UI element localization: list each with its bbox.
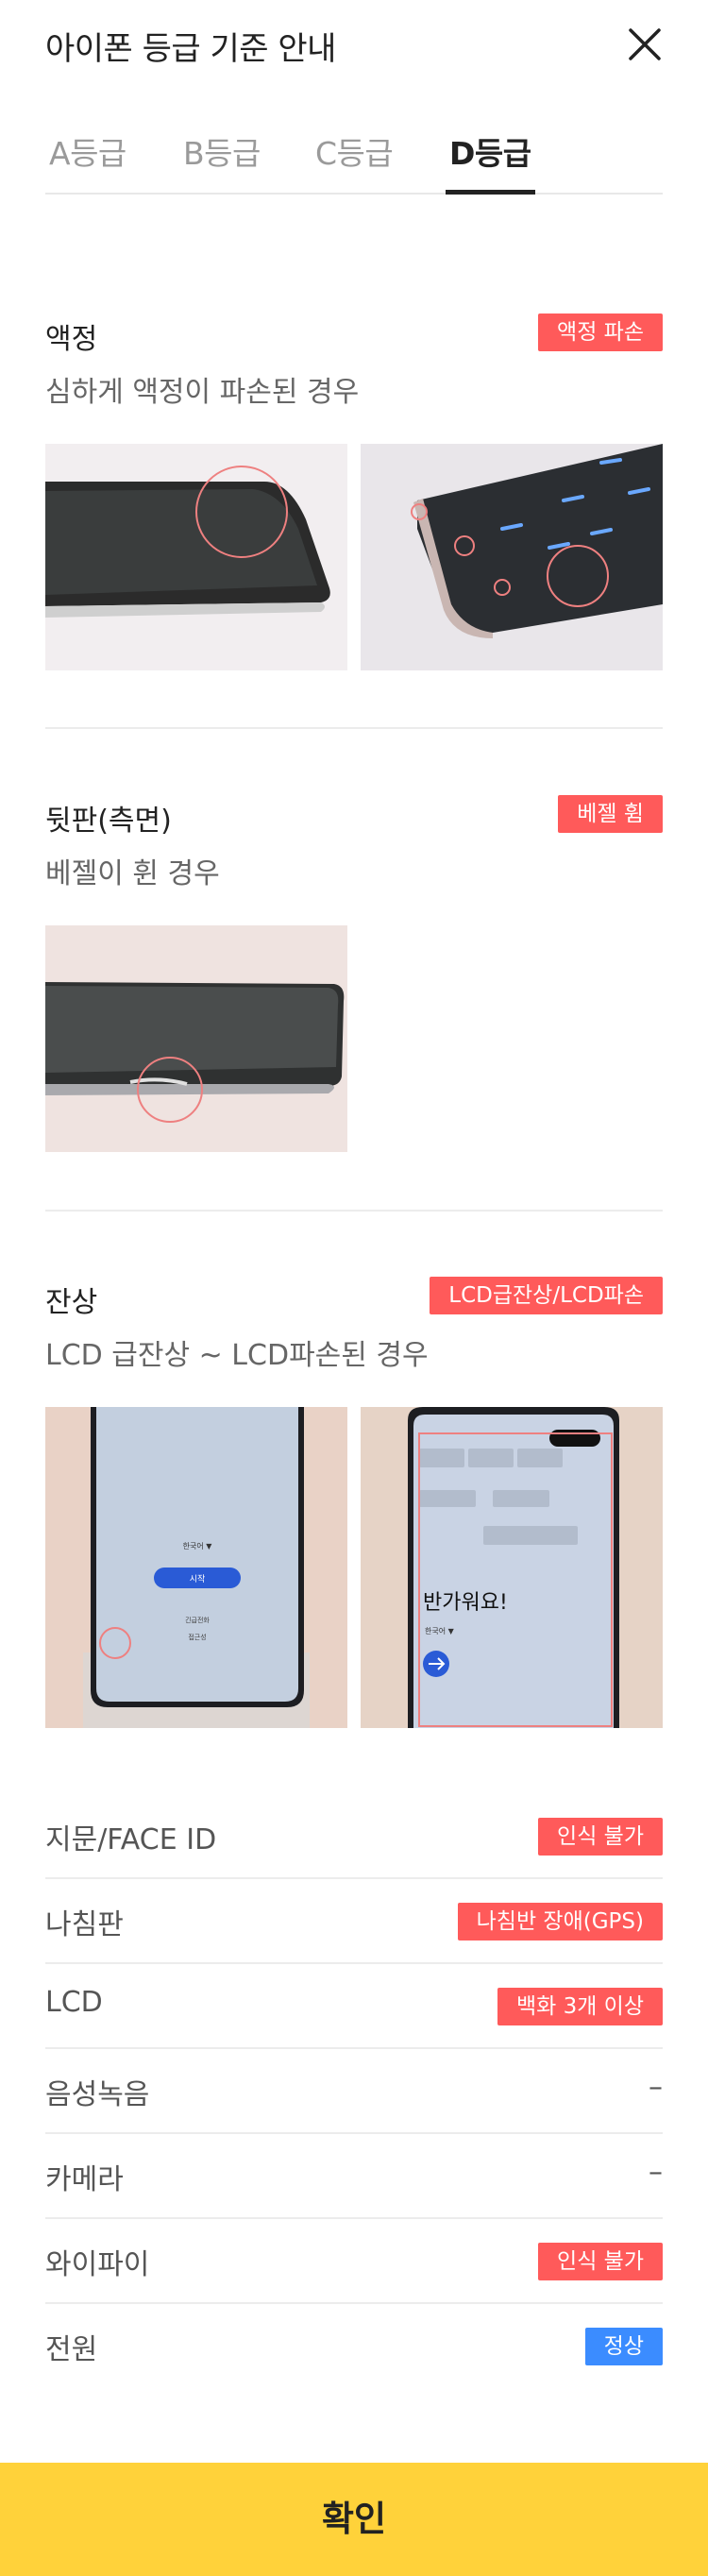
spec-row-compass: 나침판 나침반 장애(GPS) (45, 1878, 663, 1964)
section-title: 뒷판(측면) (45, 805, 172, 838)
start-button-label: 시작 (190, 1574, 206, 1585)
spec-label: 음성녹음 (45, 2078, 150, 2111)
page-title: 아이폰 등급 기준 안내 (45, 30, 336, 68)
spec-value: – (649, 2156, 663, 2189)
spec-label: 나침판 (45, 1908, 124, 1941)
emergency-call-label: 긴급전화 (185, 1616, 210, 1624)
status-badge: 인식 불가 (538, 1818, 663, 1856)
spec-label: 전원 (45, 2333, 98, 2366)
section-subtitle: 심하게 액정이 파손된 경우 (45, 376, 360, 409)
status-badge: LCD급잔상/LCD파손 (430, 1277, 663, 1314)
grade-tabs: A등급 B등급 C등급 D등급 (45, 123, 663, 195)
bezel-damage-photo (45, 925, 347, 1152)
status-badge: 인식 불가 (538, 2243, 663, 2280)
screen-damage-photo-2 (361, 444, 663, 670)
spec-label: 지문/FACE ID (45, 1823, 217, 1856)
spec-row-wifi: 와이파이 인식 불가 (45, 2218, 663, 2304)
greeting-text: 반가워요! (423, 1591, 508, 1615)
section-subtitle: 베젤이 휜 경우 (45, 857, 220, 890)
language-label: 한국어 ▼ (425, 1626, 455, 1635)
spec-row-voice-recording: 음성녹음 – (45, 2048, 663, 2134)
tab-grade-d[interactable]: D등급 (446, 128, 535, 195)
spec-label: LCD (45, 1986, 103, 2019)
section-title: 잔상 (45, 1286, 98, 1319)
status-badge: 베젤 휨 (558, 795, 663, 833)
screen-damage-photo-1 (45, 444, 347, 670)
section-title: 액정 (45, 323, 98, 356)
accessibility-label: 접근성 (188, 1633, 206, 1641)
status-badge: 액정 파손 (538, 314, 663, 351)
close-icon (629, 28, 661, 60)
spec-label: 카메라 (45, 2163, 124, 2196)
section-divider (45, 1210, 663, 1212)
afterimage-photo-2: 반가워요! 한국어 ▼ (361, 1407, 663, 1728)
spec-value: – (649, 2071, 663, 2104)
afterimage-photo-1: 한국어 ▼ 시작 긴급전화 접근성 (45, 1407, 347, 1728)
section-divider (45, 727, 663, 729)
afterimage-section-header: 잔상 LCD급잔상/LCD파손 LCD 급잔상 ~ LCD파손된 경우 (45, 1277, 663, 1372)
section-subtitle: LCD 급잔상 ~ LCD파손된 경우 (45, 1339, 429, 1372)
tab-grade-c[interactable]: C등급 (315, 128, 394, 191)
modal-header: 아이폰 등급 기준 안내 (45, 0, 663, 94)
back-section-header: 뒷판(측면) 베젤 휨 베젤이 휜 경우 (45, 795, 663, 890)
spec-label: 와이파이 (45, 2248, 150, 2281)
status-badge: 나침반 장애(GPS) (457, 1903, 663, 1940)
close-button[interactable] (621, 21, 668, 68)
screen-section-header: 액정 액정 파손 심하게 액정이 파손된 경우 (45, 314, 663, 409)
spec-row-power: 전원 정상 (45, 2303, 663, 2387)
status-badge: 정상 (584, 2328, 663, 2365)
spec-row-camera: 카메라 – (45, 2133, 663, 2219)
language-label: 한국어 ▼ (183, 1541, 213, 1551)
confirm-button[interactable]: 확인 (0, 2463, 708, 2576)
tab-grade-a[interactable]: A등급 (49, 128, 126, 191)
spec-row-face-id: 지문/FACE ID 인식 불가 (45, 1793, 663, 1879)
tab-grade-b[interactable]: B등급 (183, 128, 261, 191)
status-badge: 백화 3개 이상 (497, 1988, 663, 2025)
spec-row-lcd: LCD 백화 3개 이상 (45, 1963, 663, 2049)
